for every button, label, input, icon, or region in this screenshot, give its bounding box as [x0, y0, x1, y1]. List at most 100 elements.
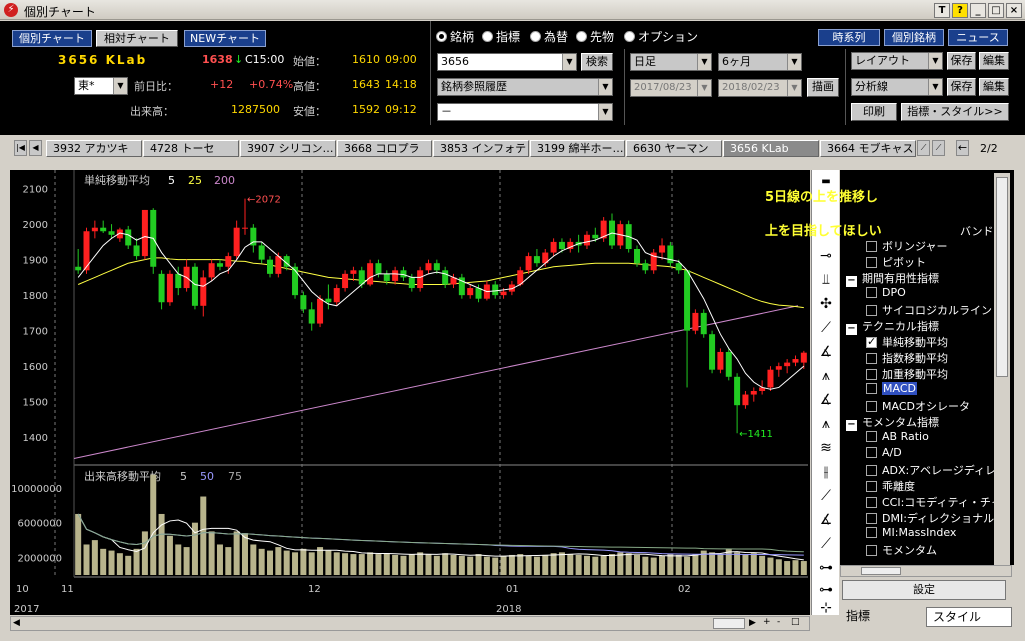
- radio-futures[interactable]: 先物: [576, 28, 614, 45]
- stock-tab[interactable]: 3853 インフォテリ: [433, 140, 529, 157]
- individual-chart-button[interactable]: 個別チャート: [12, 30, 92, 47]
- stock-tab[interactable]: 3656 KLab: [723, 140, 819, 157]
- individual-stock-button[interactable]: 個別銘柄: [884, 29, 944, 46]
- relative-chart-button[interactable]: 相対チャート: [96, 30, 178, 47]
- timeseries-button[interactable]: 時系列: [818, 29, 880, 46]
- fib-time-tool-icon[interactable]: ⫲: [816, 462, 836, 482]
- indicator-h-scrollbar[interactable]: [840, 565, 1012, 577]
- tab-style[interactable]: スタイル: [926, 607, 1012, 627]
- stock-chart[interactable]: 2100 2000 1900 1800 1700 1600 1500 1400 10000000…: [10, 170, 810, 615]
- tab-indicator[interactable]: 指標: [840, 607, 924, 627]
- indicator-group[interactable]: − モメンタム指標: [846, 414, 939, 431]
- indicator-item[interactable]: ADX:アベレージディレ: [866, 462, 996, 478]
- maximize-button[interactable]: □: [988, 3, 1004, 18]
- settings-button[interactable]: 設定: [842, 580, 1006, 600]
- eraser-tool-icon[interactable]: ⊹: [816, 598, 836, 618]
- layout-edit-button[interactable]: 編集: [979, 52, 1009, 70]
- indicator-item[interactable]: MACD: [866, 382, 917, 395]
- radio-forex[interactable]: 為替: [530, 28, 568, 45]
- tab-scroll-icon[interactable]: ⟋: [932, 140, 945, 156]
- minimize-button[interactable]: _: [970, 3, 986, 18]
- cross-tool-icon[interactable]: ✣: [816, 294, 836, 314]
- help-button[interactable]: ?: [952, 3, 968, 18]
- indicator-item[interactable]: 乖離度: [866, 478, 915, 494]
- volume-label: 出来高：: [130, 105, 174, 118]
- analysis-edit-button[interactable]: 編集: [979, 78, 1009, 96]
- stock-tab[interactable]: 3664 モブキャス: [820, 140, 916, 157]
- stock-tab[interactable]: 3199 綿半ホー…: [530, 140, 625, 157]
- arc-tool-icon[interactable]: ⩚: [816, 414, 836, 434]
- indicator-group[interactable]: − テクニカル指標: [846, 318, 939, 335]
- history-select[interactable]: 銘柄参照履歴 ▼: [437, 78, 613, 96]
- stock-tab[interactable]: 6630 ヤーマン: [626, 140, 722, 157]
- code-input[interactable]: 3656 ▼: [437, 53, 577, 71]
- line-tool-icon[interactable]: ⟋: [816, 534, 836, 554]
- indicator-scrollbar[interactable]: [994, 173, 1010, 565]
- analysis-save-button[interactable]: 保存: [947, 78, 976, 96]
- indicator-item[interactable]: AB Ratio: [866, 430, 929, 443]
- cursor-tool-icon[interactable]: ⫫: [816, 270, 836, 290]
- range-select[interactable]: 6ヶ月 ▼: [718, 53, 802, 71]
- font-button[interactable]: T: [934, 3, 950, 18]
- indicator-item[interactable]: CCI:コモディティ・チャ: [866, 494, 1002, 510]
- draw-button[interactable]: 描画: [807, 78, 839, 97]
- fan-tool-icon[interactable]: ⩚: [816, 366, 836, 386]
- scroll-thumb[interactable]: [996, 177, 1008, 377]
- radio-options[interactable]: オプション: [624, 28, 698, 45]
- date-to[interactable]: 2018/02/23 ▼: [718, 79, 802, 97]
- vol-ma75-line: [77, 513, 804, 553]
- stock-tab[interactable]: 3932 アカツキ: [46, 140, 142, 157]
- fib-fan-tool-icon[interactable]: ⊶: [816, 580, 836, 600]
- analysis-select[interactable]: 分析線 ▼: [851, 78, 943, 96]
- channel-tool-icon[interactable]: ≋: [816, 438, 836, 458]
- reset-zoom-icon[interactable]: □: [791, 617, 800, 627]
- ray-tool-icon[interactable]: ⟋: [816, 486, 836, 506]
- back-arrow-icon[interactable]: ←: [956, 140, 969, 156]
- indicator-item[interactable]: DMI:ディレクショナル: [866, 510, 994, 526]
- gann-tool-icon[interactable]: ∡: [816, 510, 836, 530]
- prev-tab-icon[interactable]: ◀: [29, 140, 42, 156]
- chevron-down-icon: ▼: [787, 80, 801, 96]
- layout-select[interactable]: レイアウト ▼: [851, 52, 943, 70]
- layout-save-button[interactable]: 保存: [947, 52, 976, 70]
- sub-select[interactable]: － ▼: [437, 103, 613, 121]
- indicator-style-button[interactable]: 指標・スタイル>>: [901, 103, 1009, 121]
- stock-tab[interactable]: 3907 シリコン…: [240, 140, 336, 157]
- angle-tool-icon[interactable]: ∡: [816, 342, 836, 362]
- news-button[interactable]: ニュース: [948, 29, 1008, 46]
- indicator-item[interactable]: 単純移動平均: [866, 334, 948, 350]
- chart-h-scrollbar[interactable]: ◀ ▶ + - □: [10, 616, 810, 631]
- indicator-item[interactable]: モメンタム: [866, 542, 937, 558]
- search-button[interactable]: 検索: [581, 53, 613, 71]
- indicator-item[interactable]: A/D: [866, 446, 902, 459]
- first-tab-icon[interactable]: |◀: [14, 140, 27, 156]
- indicator-item[interactable]: DPO: [866, 286, 906, 299]
- stock-tab[interactable]: 4728 トーセ: [143, 140, 239, 157]
- tab-scroll-icon[interactable]: ⟋: [917, 140, 930, 156]
- zoom-out-icon[interactable]: -: [777, 617, 780, 627]
- indicator-item[interactable]: ピボット: [866, 254, 926, 270]
- indicator-item[interactable]: 加重移動平均: [866, 366, 948, 382]
- trendline-tool-icon[interactable]: ⟋: [816, 318, 836, 338]
- indicator-item[interactable]: サイコロジカルライン: [866, 302, 992, 318]
- indicator-item[interactable]: MACDオシレータ: [866, 398, 970, 414]
- indicator-group[interactable]: − 期間有用性指標: [846, 270, 939, 287]
- cycle-tool-icon[interactable]: ⊶: [816, 558, 836, 578]
- date-from[interactable]: 2017/08/23 ▼: [630, 79, 712, 97]
- print-button[interactable]: 印刷: [851, 103, 897, 121]
- volume-bar: [308, 552, 315, 575]
- radio-stock[interactable]: 銘柄: [436, 28, 474, 45]
- indicator-item[interactable]: 指数移動平均: [866, 350, 948, 366]
- zoom-in-icon[interactable]: +: [763, 617, 771, 627]
- close-button[interactable]: ×: [1006, 3, 1022, 18]
- radio-index[interactable]: 指標: [482, 28, 520, 45]
- new-chart-button[interactable]: NEWチャート: [184, 30, 266, 47]
- fibonacci-tool-icon[interactable]: ∡: [816, 390, 836, 410]
- indicator-item[interactable]: MI:MassIndex: [866, 526, 956, 539]
- stock-tab[interactable]: 3668 コロプラ: [337, 140, 432, 157]
- horizontal-line-tool-icon[interactable]: ⊸: [816, 246, 836, 266]
- indicator-item[interactable]: ボリンジャー: [866, 238, 947, 254]
- period-select[interactable]: 日足 ▼: [630, 53, 712, 71]
- market-select[interactable]: 東* ▼: [74, 77, 128, 95]
- scroll-thumb[interactable]: [713, 618, 745, 629]
